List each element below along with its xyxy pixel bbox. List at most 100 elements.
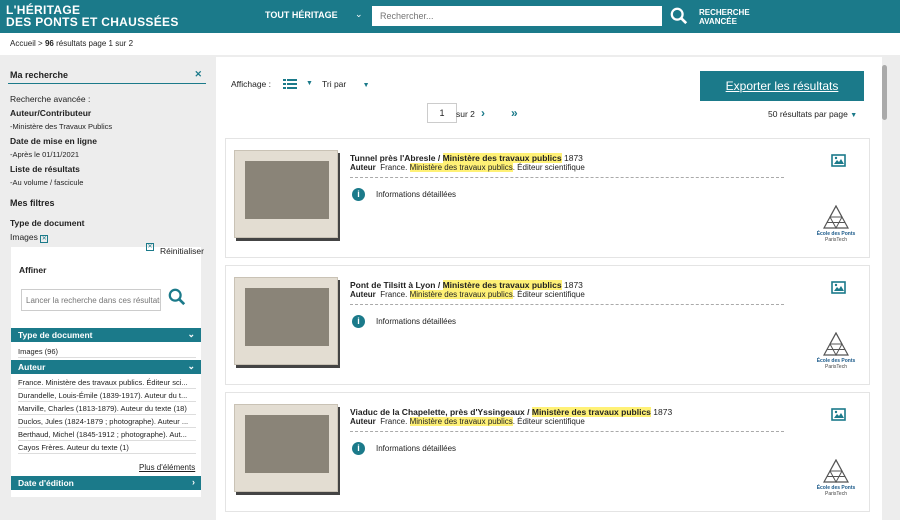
author-label: Auteur [350, 290, 376, 299]
filter-doc-type-value: Images ✕ [8, 230, 206, 244]
advanced-search-link[interactable]: RECHERCHE AVANCÉE [699, 8, 759, 26]
scope-select[interactable]: TOUT HÉRITAGE [265, 10, 338, 20]
search-criterion: Liste de résultats [10, 164, 80, 174]
caret-down-icon: ▼ [850, 112, 858, 119]
result-year: 1873 [563, 280, 583, 290]
image-icon[interactable] [831, 408, 846, 421]
author-text: France. [380, 417, 410, 426]
facet-item[interactable]: Cayos Frères. Auteur du texte (1) [18, 443, 196, 454]
my-search-title: Ma recherche [10, 70, 69, 80]
per-page-label: 50 résultats par page [768, 109, 848, 119]
result-title[interactable]: Viaduc de la Chapelette, près d'Yssingea… [350, 407, 672, 417]
close-icon[interactable]: ✕ [194, 69, 202, 80]
detailed-info-link[interactable]: Informations détaillées [376, 317, 456, 326]
result-title[interactable]: Tunnel près l'Abresle / Ministère des tr… [350, 153, 583, 163]
sort-select[interactable]: Tri par ▼ [322, 79, 370, 89]
triangle-logo-icon [822, 204, 850, 230]
result-title[interactable]: Pont de Tilsitt à Lyon / Ministère des t… [350, 280, 583, 290]
sort-label: Tri par [322, 79, 347, 89]
ecole-sub: ParisTech [825, 237, 847, 243]
divider [350, 431, 784, 432]
advanced-line-2: AVANCÉE [699, 17, 737, 26]
result-year: 1873 [563, 153, 583, 163]
last-page-icon[interactable]: » [511, 106, 518, 120]
divider [350, 304, 784, 305]
filter-doc-type-label: Type de document [10, 218, 85, 228]
page-input[interactable]: 1 [427, 103, 457, 123]
result-card: Viaduc de la Chapelette, près d'Yssingea… [225, 392, 870, 512]
remove-filter-icon[interactable]: ✕ [40, 235, 49, 243]
title-text: Viaduc de la Chapelette, près d'Yssingea… [350, 407, 532, 417]
facet-item[interactable]: Duclos, Jules (1824-1879 ; photographe).… [18, 417, 196, 428]
author-label: Auteur [350, 417, 376, 426]
search-input[interactable] [372, 6, 662, 26]
result-card: Pont de Tilsitt à Lyon / Ministère des t… [225, 265, 870, 385]
result-thumbnail[interactable] [234, 150, 338, 238]
image-icon[interactable] [831, 281, 846, 294]
title-highlight: Ministère des travaux publics [442, 280, 562, 290]
reset-button[interactable]: Réinitialiser [160, 246, 204, 256]
search-criterion: -Au volume / fascicule [10, 178, 84, 187]
result-author: Auteur France. Ministère des travaux pub… [350, 290, 585, 299]
section-doc-type[interactable]: Type de document ⌄ [11, 328, 201, 342]
refine-input[interactable] [21, 289, 161, 311]
author-highlight: Ministère des travaux publics [409, 417, 513, 426]
result-card: Tunnel près l'Abresle / Ministère des tr… [225, 138, 870, 258]
search-criterion: Date de mise en ligne [10, 136, 97, 146]
list-view-icon[interactable] [283, 79, 297, 89]
section-date-label: Date d'édition [18, 478, 74, 488]
facet-item[interactable]: France. Ministère des travaux publics. É… [18, 378, 196, 389]
section-author[interactable]: Auteur ⌄ [11, 360, 201, 374]
scrollbar-thumb[interactable] [882, 65, 887, 120]
next-page-icon[interactable]: › [481, 106, 485, 120]
search-criterion: -Après le 01/11/2021 [10, 150, 80, 159]
scrollbar[interactable] [882, 57, 900, 520]
triangle-logo-icon [822, 458, 850, 484]
advanced-line-1: RECHERCHE [699, 8, 750, 17]
photo [245, 415, 329, 473]
result-thumbnail[interactable] [234, 277, 338, 365]
author-text: France. [380, 290, 410, 299]
filter-images-label: Images [10, 232, 38, 242]
search-icon[interactable] [670, 7, 688, 25]
facet-item[interactable]: Berthaud, Michel (1845-1912 ; photograph… [18, 430, 196, 441]
chevron-right-icon: › [192, 477, 195, 487]
caret-down-icon: ▼ [362, 82, 370, 89]
result-thumbnail[interactable] [234, 404, 338, 492]
search-criterion: Recherche avancée : [10, 94, 91, 104]
caret-down-icon[interactable]: ▼ [306, 80, 313, 87]
facet-item[interactable]: Images (96) [18, 347, 196, 358]
site-logo[interactable]: L'HÉRITAGE DES PONTS ET CHAUSSÉES [6, 4, 179, 28]
chevron-down-icon[interactable]: ⌄ [355, 9, 363, 20]
photo [245, 288, 329, 346]
title-text: Tunnel près l'Abresle / [350, 153, 443, 163]
facet-item[interactable]: Marville, Charles (1813-1879). Auteur du… [18, 404, 196, 415]
info-icon[interactable]: i [352, 442, 365, 455]
search-icon[interactable] [168, 288, 186, 306]
my-search-panel: Ma recherche ✕ Recherche avancée : Auteur/… [8, 68, 206, 244]
search-criterion: -Ministère des Travaux Publics [10, 122, 113, 131]
result-author: Auteur France. Ministère des travaux pub… [350, 417, 585, 426]
more-elements-link[interactable]: Plus d'éléments [139, 463, 195, 472]
facet-item[interactable]: Durandelle, Louis-Émile (1839-1917). Aut… [18, 391, 196, 402]
author-role: . Éditeur scientifique [512, 163, 585, 172]
title-highlight: Ministère des travaux publics [442, 153, 562, 163]
breadcrumb-home[interactable]: Accueil [10, 39, 36, 48]
info-icon[interactable]: i [352, 188, 365, 201]
triangle-logo-icon [822, 331, 850, 357]
section-date[interactable]: Date d'édition › [11, 476, 201, 490]
detailed-info-link[interactable]: Informations détaillées [376, 190, 456, 199]
per-page-select[interactable]: 50 résultats par page ▼ [768, 109, 857, 119]
image-icon[interactable] [831, 154, 846, 167]
author-text: France. [380, 163, 410, 172]
detailed-info-link[interactable]: Informations détaillées [376, 444, 456, 453]
export-results-button[interactable]: Exporter les résultats [700, 71, 864, 101]
reset-icon[interactable]: ✕ [146, 243, 154, 251]
author-label: Auteur [350, 163, 376, 172]
ecole-des-ponts-logo: École des Ponts ParisTech [814, 204, 858, 243]
breadcrumb-page-info: résultats page 1 sur 2 [56, 39, 134, 48]
ecole-sub: ParisTech [825, 491, 847, 497]
ecole-des-ponts-logo: École des Ponts ParisTech [814, 458, 858, 497]
result-year: 1873 [653, 407, 673, 417]
info-icon[interactable]: i [352, 315, 365, 328]
